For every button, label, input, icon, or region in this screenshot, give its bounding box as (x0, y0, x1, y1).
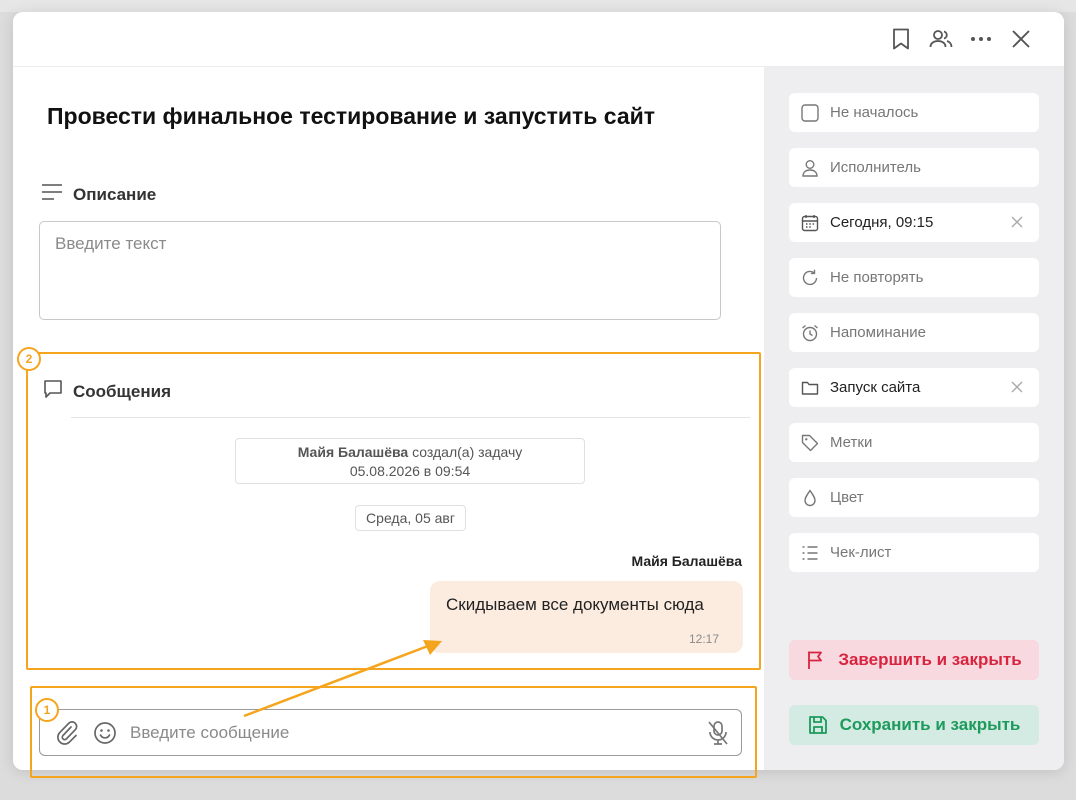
due-date-field[interactable]: Сегодня, 09:15 (789, 203, 1039, 242)
messages-label: Сообщения (73, 381, 171, 401)
chat-icon (43, 379, 63, 404)
task-title[interactable]: Провести финальное тестирование и запуст… (47, 103, 737, 130)
drop-icon (801, 488, 819, 507)
message-input[interactable] (130, 722, 705, 743)
status-field[interactable]: Не началось (789, 93, 1039, 132)
alarm-icon (801, 324, 819, 342)
microphone-muted-icon[interactable] (705, 720, 731, 746)
modal-header (13, 12, 1064, 67)
finish-and-close-button[interactable]: Завершить и закрыть (789, 640, 1039, 680)
annotation-badge-1: 1 (35, 698, 59, 722)
clear-due-date-icon[interactable] (1009, 214, 1025, 230)
reminder-label: Напоминание (830, 324, 926, 341)
event-action: создал(а) задачу (412, 444, 523, 460)
message-composer (39, 709, 742, 756)
repeat-icon (801, 269, 819, 287)
tag-icon (801, 434, 819, 452)
message-sender: Майя Балашёва (631, 553, 742, 569)
repeat-field[interactable]: Не повторять (789, 258, 1039, 297)
checklist-field[interactable]: Чек-лист (789, 533, 1039, 572)
save-label: Сохранить и закрыть (839, 715, 1021, 734)
task-sidebar: Не началось Исполнитель Сегодня, 09:15 Н… (764, 67, 1064, 770)
flag-icon (806, 650, 826, 670)
status-label: Не началось (830, 104, 919, 121)
tags-label: Метки (830, 434, 873, 451)
close-icon[interactable] (1008, 26, 1034, 52)
tags-field[interactable]: Метки (789, 423, 1039, 462)
participants-icon[interactable] (928, 26, 954, 52)
checklist-icon (801, 544, 819, 562)
message-time: 12:17 (688, 632, 719, 646)
reminder-field[interactable]: Напоминание (789, 313, 1039, 352)
description-label: Описание (73, 184, 157, 204)
person-icon (801, 159, 819, 177)
more-icon[interactable] (968, 26, 994, 52)
calendar-icon (801, 214, 819, 232)
task-modal: Провести финальное тестирование и запуст… (13, 12, 1064, 770)
color-field[interactable]: Цвет (789, 478, 1039, 517)
save-icon (808, 715, 828, 735)
color-label: Цвет (830, 489, 864, 506)
backdrop (0, 0, 1076, 12)
project-field[interactable]: Запуск сайта (789, 368, 1039, 407)
annotation-badge-2: 2 (17, 347, 41, 371)
message-bubble[interactable]: Скидываем все документы сюда 12:17 (430, 581, 743, 653)
folder-icon (801, 379, 819, 397)
message-text: Скидываем все документы сюда (446, 595, 704, 614)
assignee-label: Исполнитель (830, 159, 921, 176)
clear-project-icon[interactable] (1009, 379, 1025, 395)
assignee-field[interactable]: Исполнитель (789, 148, 1039, 187)
emoji-icon[interactable] (92, 720, 118, 746)
event-author: Майя Балашёва (297, 444, 409, 460)
messages-divider (71, 417, 750, 418)
description-icon (41, 183, 63, 206)
save-and-close-button[interactable]: Сохранить и закрыть (789, 705, 1039, 745)
repeat-label: Не повторять (830, 269, 924, 286)
bookmark-icon[interactable] (888, 26, 914, 52)
task-main: Провести финальное тестирование и запуст… (13, 67, 764, 770)
date-separator: Среда, 05 авг (355, 505, 466, 531)
task-created-event: Майя Балашёва создал(а) задачу 05.08.202… (235, 438, 585, 484)
event-datetime: 05.08.2026 в 09:54 (349, 463, 471, 479)
description-heading: Описание (41, 183, 156, 206)
checklist-label: Чек-лист (830, 544, 892, 561)
attach-icon[interactable] (54, 720, 80, 746)
checkbox-icon (801, 103, 819, 122)
project-label: Запуск сайта (830, 379, 921, 396)
messages-heading: Сообщения (43, 379, 171, 404)
description-input[interactable]: Введите текст (39, 221, 721, 320)
finish-label: Завершить и закрыть (838, 650, 1022, 669)
due-date-label: Сегодня, 09:15 (830, 214, 934, 231)
